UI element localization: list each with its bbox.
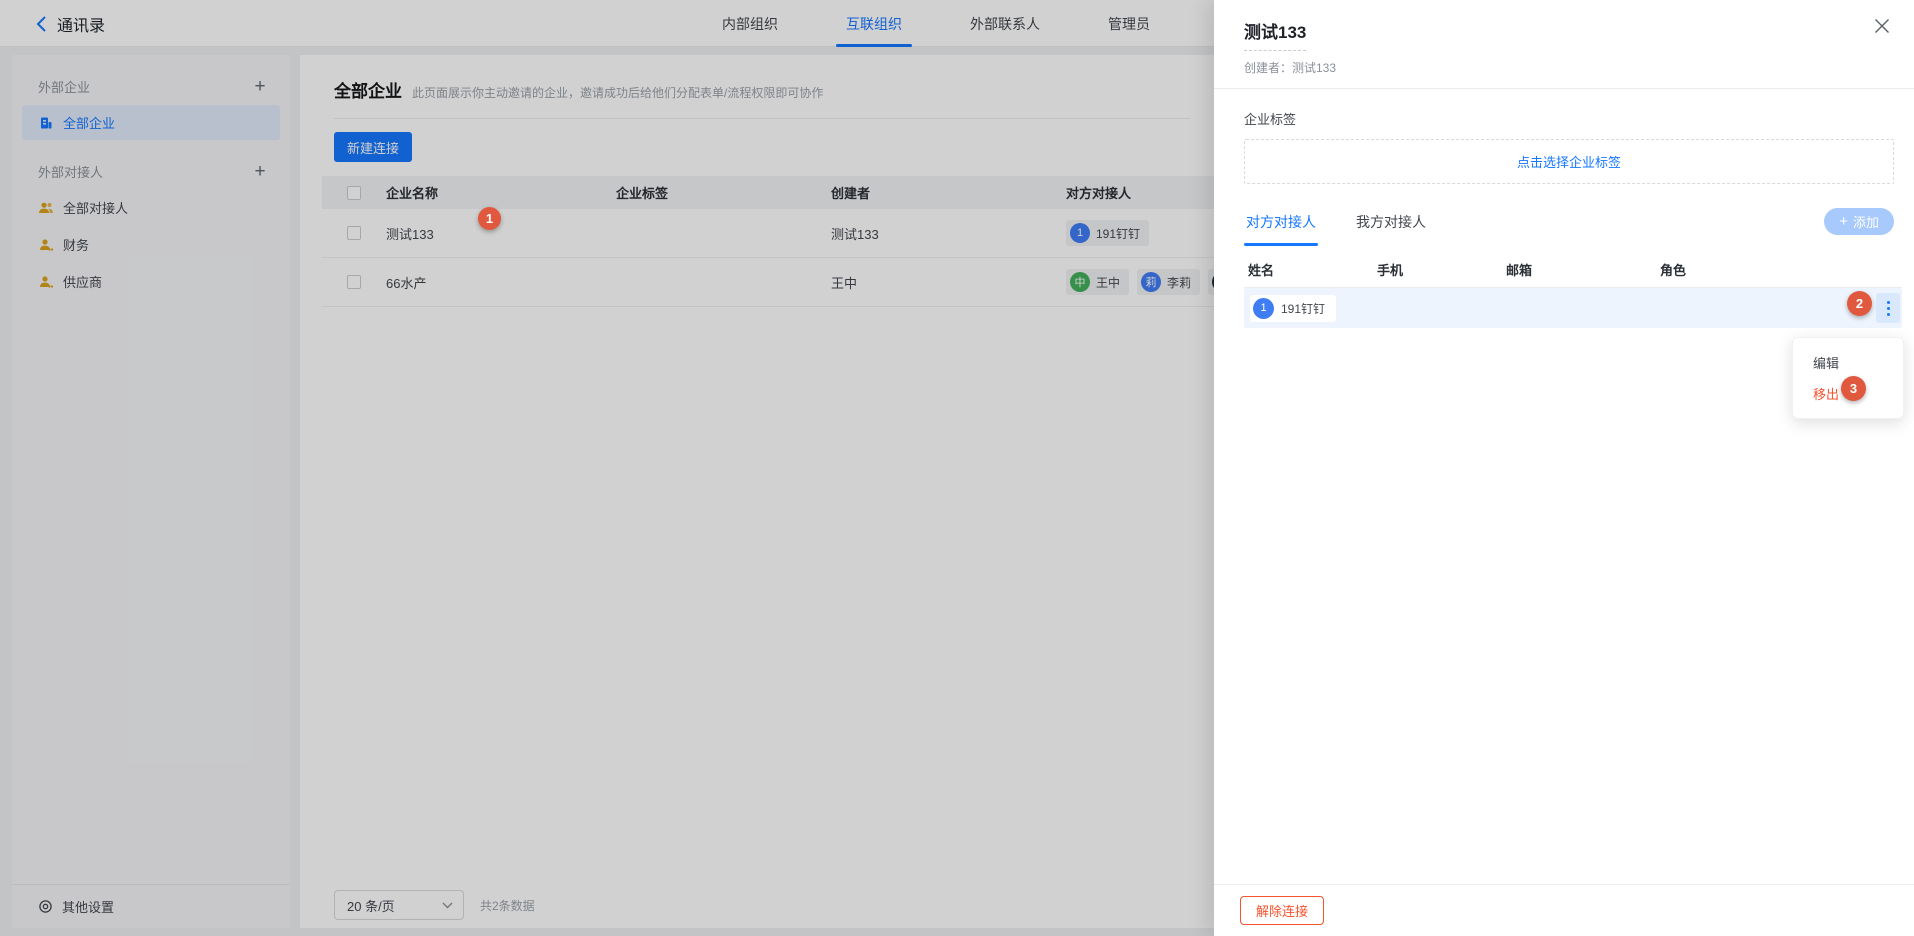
active-tab-underline — [1244, 243, 1318, 246]
contact-row[interactable]: 1 191钉钉 — [1244, 288, 1902, 328]
drawer-footer: 解除连接 — [1214, 884, 1914, 936]
close-icon[interactable] — [1872, 16, 1892, 36]
plus-icon: + — [1839, 213, 1848, 230]
app-window: 通讯录 内部组织 互联组织 外部联系人 管理员 外部企业 + 全部企业 外部对接… — [0, 0, 1914, 936]
company-detail-drawer: 测试133 创建者：测试133 企业标签 点击选择企业标签 对方对接人 我方对接… — [1214, 0, 1914, 936]
disconnect-button[interactable]: 解除连接 — [1240, 896, 1324, 925]
tab-our-contacts[interactable]: 我方对接人 — [1354, 208, 1428, 246]
drawer-creator: 创建者：测试133 — [1244, 59, 1890, 76]
modal-dim-overlay — [0, 0, 1214, 936]
company-tag-label: 企业标签 — [1244, 109, 1894, 128]
col-name: 姓名 — [1244, 260, 1377, 279]
col-email: 邮箱 — [1506, 260, 1660, 279]
annotation-badge-3: 3 — [1841, 376, 1866, 401]
col-phone: 手机 — [1377, 260, 1506, 279]
annotation-badge-2: 2 — [1847, 291, 1872, 316]
kebab-menu-icon[interactable] — [1876, 293, 1900, 323]
contact-tabs: 对方对接人 我方对接人 + 添加 — [1244, 208, 1894, 246]
annotation-badge-1: 1 — [478, 207, 501, 230]
select-company-tag-box[interactable]: 点击选择企业标签 — [1244, 139, 1894, 184]
add-contact-button[interactable]: + 添加 — [1824, 208, 1894, 235]
contact-chip: 1 191钉钉 — [1250, 295, 1336, 322]
avatar: 1 — [1253, 298, 1274, 319]
tab-counterpart-contacts[interactable]: 对方对接人 — [1244, 208, 1318, 246]
drawer-title[interactable]: 测试133 — [1244, 18, 1306, 51]
col-role: 角色 — [1660, 260, 1902, 279]
menu-item-edit[interactable]: 编辑 — [1793, 347, 1903, 378]
contact-table: 姓名 手机 邮箱 角色 1 191钉钉 — [1244, 252, 1902, 328]
table-header-row: 姓名 手机 邮箱 角色 — [1244, 252, 1902, 288]
